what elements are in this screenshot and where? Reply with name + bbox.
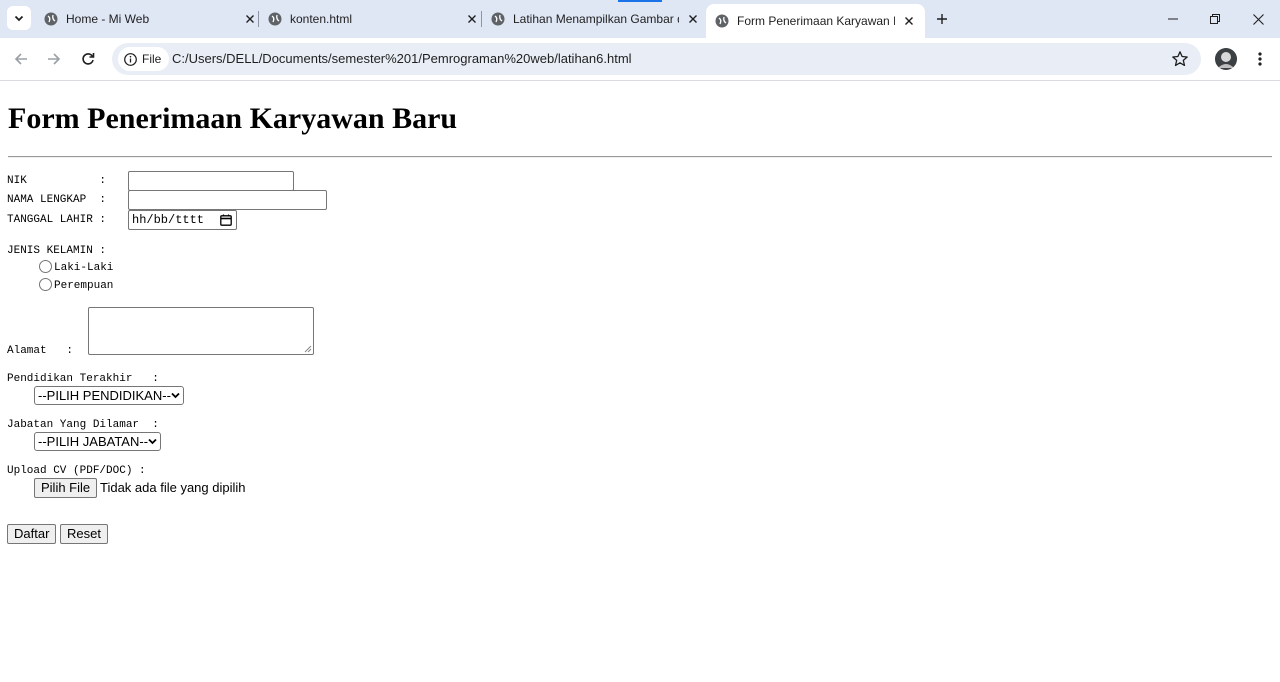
pendidikan-select[interactable]: --PILIH PENDIDIKAN-- (34, 386, 184, 405)
divider (8, 156, 1272, 158)
chevron-down-icon (14, 15, 24, 22)
nama-lengkap-input[interactable] (128, 190, 327, 210)
arrow-right-icon (48, 53, 61, 65)
globe-icon (491, 12, 505, 26)
plus-icon (937, 14, 947, 24)
close-icon (1252, 13, 1264, 25)
tab-separator (481, 11, 482, 27)
window-close-button[interactable] (1236, 0, 1280, 38)
tab-title: Form Penerimaan Karyawan Bar (737, 14, 895, 28)
url-text[interactable]: C:/Users/DELL/Documents/semester%201/Pem… (172, 43, 632, 75)
site-info-label: File (142, 52, 162, 66)
new-tab-button[interactable] (931, 8, 953, 30)
profile-avatar[interactable] (1215, 48, 1237, 70)
forward-button[interactable] (41, 46, 67, 72)
date-placeholder: hh/bb/tttt (132, 213, 205, 227)
close-icon[interactable] (464, 11, 480, 27)
globe-icon (268, 12, 282, 26)
globe-icon (715, 14, 729, 28)
more-vertical-icon (1258, 52, 1262, 66)
tanggal-lahir-input[interactable]: hh/bb/tttt (128, 210, 237, 230)
avatar-icon (1215, 48, 1237, 70)
address-bar[interactable]: File C:/Users/DELL/Documents/semester%20… (112, 43, 1201, 75)
upload-cv-label: Upload CV (PDF/DOC) : (7, 465, 146, 477)
jabatan-label: Jabatan Yang Dilamar : (7, 419, 159, 431)
tab-konten[interactable]: konten.html (268, 0, 480, 38)
minimize-button[interactable] (1151, 0, 1195, 38)
tab-title: Home - Mi Web (66, 12, 150, 26)
bookmark-star-icon[interactable] (1171, 50, 1189, 68)
pendidikan-label: Pendidikan Terakhir : (7, 373, 159, 385)
tab-home[interactable]: Home - Mi Web (44, 0, 258, 38)
tab-title: Latihan Menampilkan Gambar d (513, 12, 679, 26)
back-button[interactable] (8, 46, 34, 72)
close-icon[interactable] (901, 13, 917, 29)
radio-laki-laki[interactable] (39, 260, 52, 273)
arrow-left-icon (14, 53, 27, 65)
globe-icon (44, 12, 58, 26)
page-content: Form Penerimaan Karyawan Baru NIK : NAMA… (0, 82, 1280, 682)
info-icon (124, 52, 137, 66)
tab-latihan-gambar[interactable]: Latihan Menampilkan Gambar d (491, 0, 701, 38)
nama-lengkap-label: NAMA LENGKAP : (7, 194, 107, 206)
close-icon[interactable] (685, 11, 701, 27)
restore-icon (1210, 14, 1220, 24)
tab-search-button[interactable] (7, 6, 31, 30)
restore-button[interactable] (1193, 0, 1237, 38)
file-status-text: Tidak ada file yang dipilih (100, 480, 246, 495)
radio-laki-laki-label: Laki-Laki (54, 262, 114, 274)
page-title: Form Penerimaan Karyawan Baru (8, 102, 458, 135)
alamat-label: Alamat : (7, 345, 74, 357)
jabatan-selected-value: --PILIH JABATAN-- (38, 434, 149, 449)
resize-grip-icon[interactable] (304, 345, 312, 353)
chevron-down-icon (148, 438, 157, 445)
reset-button[interactable]: Reset (60, 524, 108, 544)
radio-perempuan[interactable] (39, 278, 52, 291)
site-info-chip[interactable]: File (118, 47, 170, 71)
jenis-kelamin-label: JENIS KELAMIN : (7, 245, 107, 257)
radio-perempuan-label: Perempuan (54, 280, 114, 292)
nik-label: NIK : (7, 175, 107, 187)
nik-input[interactable] (128, 171, 294, 191)
tab-form-penerimaan[interactable]: Form Penerimaan Karyawan Bar (706, 4, 925, 38)
pendidikan-selected-value: --PILIH PENDIDIKAN-- (38, 388, 171, 403)
alamat-textarea[interactable] (88, 307, 314, 355)
choose-file-button[interactable]: Pilih File (34, 478, 98, 498)
reload-icon (82, 53, 95, 65)
daftar-button[interactable]: Daftar (7, 524, 57, 544)
chevron-down-icon (171, 392, 180, 399)
tab-title: konten.html (290, 12, 353, 26)
tab-strip: Home - Mi Web konten.html Latihan Menamp… (0, 0, 1280, 38)
reload-button[interactable] (75, 46, 101, 72)
close-icon[interactable] (242, 11, 258, 27)
calendar-icon[interactable] (220, 214, 232, 226)
jabatan-select[interactable]: --PILIH JABATAN-- (34, 432, 161, 451)
menu-button[interactable] (1250, 48, 1270, 70)
minimize-icon (1168, 18, 1178, 20)
tanggal-lahir-label: TANGGAL LAHIR : (7, 214, 107, 226)
browser-toolbar: File C:/Users/DELL/Documents/semester%20… (0, 38, 1280, 81)
tab-separator (258, 11, 259, 27)
